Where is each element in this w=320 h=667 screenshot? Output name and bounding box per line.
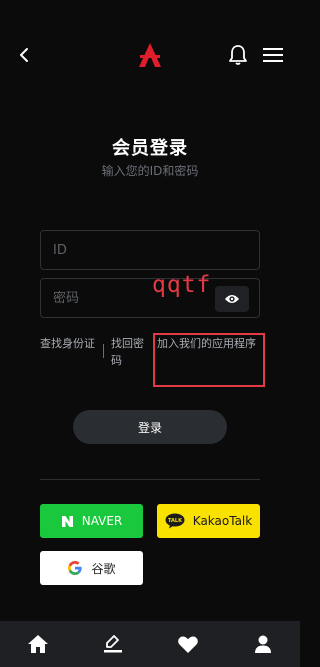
red-a-logo-icon — [139, 43, 161, 67]
kakao-login-button[interactable]: TALK KakaoTalk — [157, 504, 260, 538]
nav-home[interactable] — [0, 621, 75, 667]
home-icon — [27, 635, 48, 653]
naver-n-icon — [61, 515, 74, 528]
watermark-text: qqtf — [152, 272, 212, 298]
page-subtitle: 输入您的ID和密码 — [101, 164, 199, 178]
divider — [40, 479, 260, 480]
google-g-icon — [67, 560, 83, 576]
find-id-link[interactable]: 查找身份证 — [40, 335, 96, 352]
bottom-navigation — [0, 621, 300, 667]
google-login-button[interactable]: 谷歌 — [40, 551, 143, 585]
nav-profile[interactable] — [225, 621, 300, 667]
highlight-box — [153, 333, 265, 387]
login-button[interactable]: 登录 — [73, 410, 227, 444]
user-icon — [254, 635, 271, 653]
nav-favorites[interactable] — [150, 621, 225, 667]
kakao-badge-text: TALK — [168, 518, 183, 524]
password-field[interactable] — [40, 278, 260, 318]
top-bar — [0, 0, 300, 67]
find-password-link[interactable]: 找回密码 — [111, 335, 151, 369]
naver-label: NAVER — [81, 514, 123, 528]
nav-edit[interactable] — [75, 621, 150, 667]
kakao-label: KakaoTalk — [192, 514, 253, 528]
chevron-left-icon — [20, 48, 28, 62]
notification-button[interactable] — [228, 44, 248, 66]
brand-logo[interactable] — [137, 42, 163, 68]
naver-login-button[interactable]: NAVER — [40, 504, 143, 538]
heart-icon — [177, 636, 198, 653]
back-button[interactable] — [14, 43, 34, 67]
kakao-talk-icon: TALK — [165, 513, 185, 529]
eye-icon — [225, 295, 239, 303]
id-field[interactable] — [40, 230, 260, 270]
edit-icon — [103, 635, 122, 653]
google-label: 谷歌 — [91, 561, 116, 576]
id-input[interactable] — [41, 231, 259, 269]
bell-icon — [229, 45, 247, 65]
show-password-button[interactable] — [215, 286, 249, 312]
hamburger-menu-icon — [263, 48, 283, 62]
menu-button[interactable] — [262, 46, 284, 64]
page-title: 会员登录 — [112, 138, 188, 159]
link-divider — [103, 344, 104, 358]
